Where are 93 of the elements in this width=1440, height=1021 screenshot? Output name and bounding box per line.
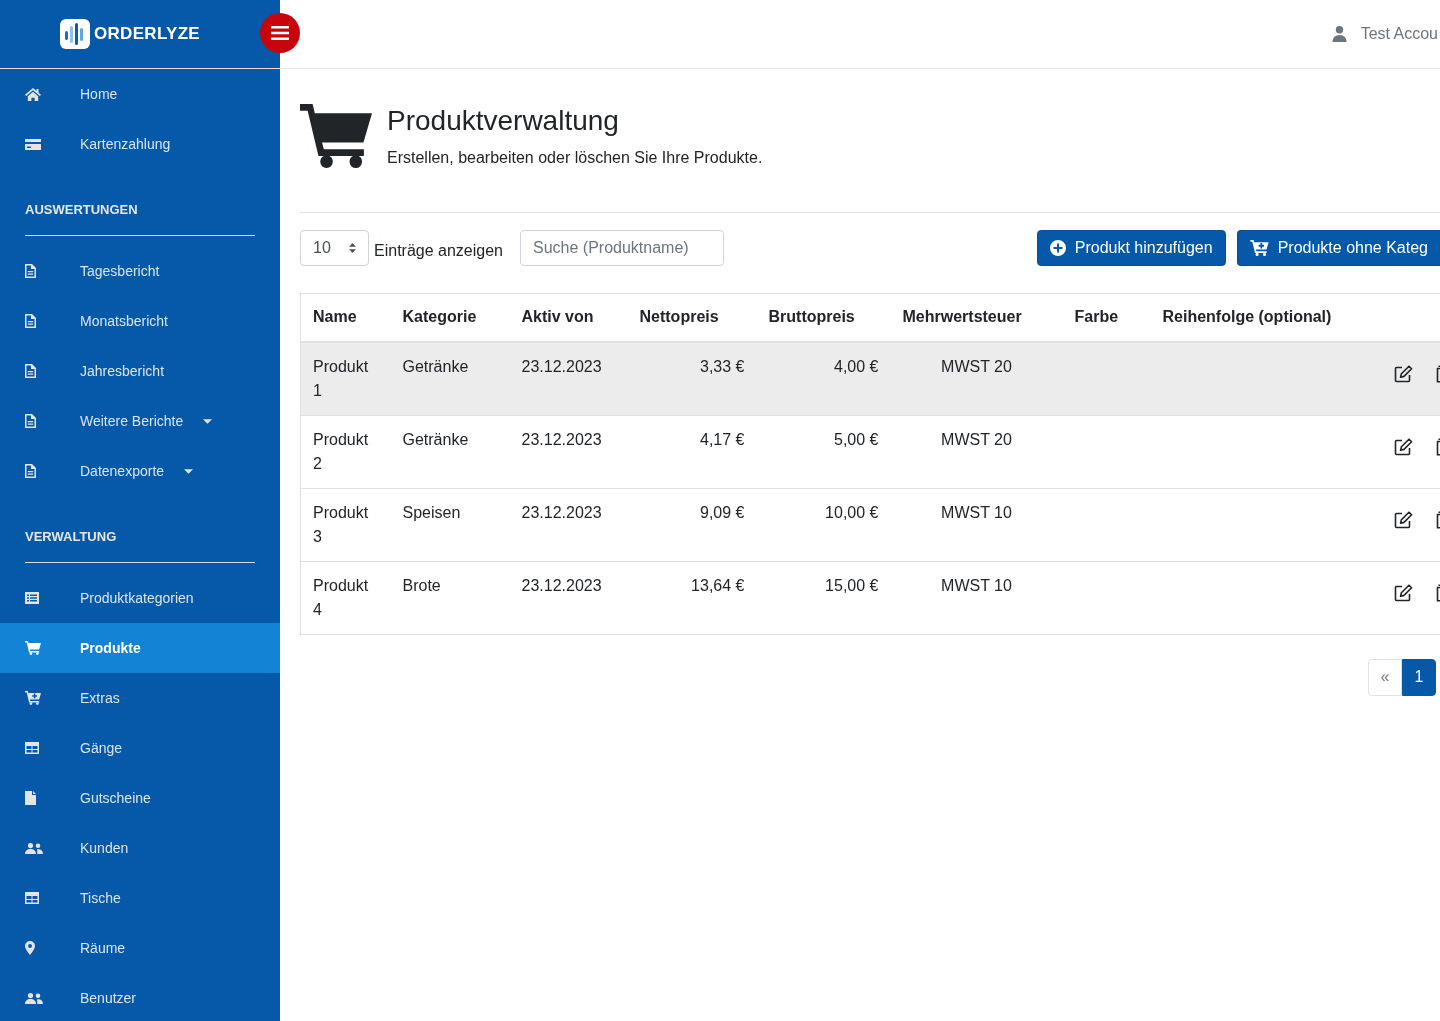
table-cell: 5,00 €	[834, 430, 879, 448]
sidebar-item[interactable]: Tische	[0, 873, 280, 923]
caret-icon	[184, 468, 194, 474]
table-cell: 23.12.2023	[521, 430, 602, 448]
grid-icon	[25, 892, 39, 904]
user-icon	[1331, 26, 1347, 42]
table-cell: 23.12.2023	[521, 503, 602, 521]
column-header: Kategorie	[402, 308, 477, 326]
logo-icon	[60, 19, 90, 49]
pagination-button[interactable]: 1	[1402, 658, 1436, 696]
list-icon	[25, 592, 39, 604]
caret-icon	[203, 418, 213, 424]
sidebar-item[interactable]: Gutscheine	[0, 773, 280, 823]
document-icon	[25, 464, 36, 478]
edit-icon[interactable]	[1393, 437, 1413, 456]
page-title: Produktverwaltung	[387, 104, 620, 138]
table-cell: Getränke	[402, 357, 469, 375]
home-icon	[25, 87, 41, 101]
table-cell: 9,09 €	[700, 503, 745, 521]
table-cell: Getränke	[402, 430, 469, 448]
sidebar-item[interactable]: Weitere Berichte	[0, 396, 280, 446]
column-header: Aktiv von	[521, 308, 594, 326]
edit-icon[interactable]	[1393, 583, 1413, 602]
table-cell: 23.12.2023	[521, 357, 602, 375]
document-icon	[25, 264, 36, 278]
column-header: Name	[313, 308, 357, 326]
table-cell: Produkt 2	[313, 430, 369, 472]
table-cell: Brote	[402, 576, 441, 594]
table-cell: Produkt 1	[313, 357, 369, 399]
add-product-button[interactable]: Produkt hinzufügen	[1036, 230, 1226, 266]
trash-icon[interactable]	[1435, 510, 1440, 529]
table-cell: 15,00 €	[825, 576, 879, 594]
edit-icon[interactable]	[1393, 364, 1413, 383]
table-cell: Produkt 4	[313, 576, 369, 618]
sidebar-item[interactable]: Produkte	[0, 623, 280, 673]
document-icon	[25, 414, 36, 428]
sidebar-item[interactable]: Datenexporte	[0, 446, 280, 496]
account-menu[interactable]: Test Accou	[1331, 25, 1440, 43]
table-cell: MWST 20	[941, 430, 1012, 448]
sidebar-section-title: AUSWERTUNGEN	[25, 202, 138, 217]
uncategorized-products-button[interactable]: Produkte ohne Kateg	[1236, 230, 1440, 266]
entries-label: Einträge anzeigen	[374, 242, 503, 260]
sidebar-item[interactable]: Jahresbericht	[0, 346, 280, 396]
table-cell: Speisen	[402, 503, 461, 521]
menu-icon	[271, 26, 289, 40]
sidebar-item[interactable]: Gänge	[0, 723, 280, 773]
cart-plus-icon	[1249, 240, 1269, 256]
trash-icon[interactable]	[1435, 583, 1440, 602]
table-cell: 3,33 €	[700, 357, 745, 375]
trash-icon[interactable]	[1435, 437, 1440, 456]
users-icon	[25, 842, 43, 854]
sidebar-item[interactable]: Tagesbericht	[0, 246, 280, 296]
column-header: Mehrwertsteuer	[902, 308, 1022, 326]
up-down-arrows-icon	[349, 243, 356, 253]
map-pin-icon	[25, 941, 35, 955]
sidebar-section-title: VERWALTUNG	[25, 529, 117, 544]
logo-text: ORDERLYZE	[94, 24, 200, 44]
sidebar-item[interactable]: Extras	[0, 673, 280, 723]
sidebar-item[interactable]: Home	[0, 69, 280, 119]
search-field[interactable]: Suche (Produktname)	[520, 230, 724, 266]
sidebar-item[interactable]: Produktkategorien	[0, 573, 280, 623]
sidebar-item[interactable]: Räume	[0, 923, 280, 973]
sidebar-item[interactable]: Monatsbericht	[0, 296, 280, 346]
cart-plus-icon	[25, 691, 41, 705]
page-subtitle: Erstellen, bearbeiten oder löschen Sie Ihre Produkte.	[387, 148, 763, 168]
column-header: Farbe	[1074, 308, 1119, 326]
table-cell: MWST 10	[941, 503, 1012, 521]
sidebar-item[interactable]: Benutzer	[0, 973, 280, 1021]
document-icon	[25, 314, 36, 328]
document-icon	[25, 364, 36, 378]
table-cell: MWST 20	[941, 357, 1012, 375]
edit-icon[interactable]	[1393, 510, 1413, 529]
table-cell: 13,64 €	[691, 576, 745, 594]
grid-icon	[25, 742, 39, 754]
users-icon	[25, 992, 43, 1004]
menu-button[interactable]	[260, 13, 300, 53]
table-cell: 10,00 €	[825, 503, 879, 521]
sidebar-item[interactable]: Kunden	[0, 823, 280, 873]
column-header: Nettopreis	[639, 308, 719, 326]
column-header: Bruttopreis	[768, 308, 855, 326]
column-header: Reihenfolge (optional)	[1162, 308, 1332, 326]
sidebar-item[interactable]: Kartenzahlung	[0, 119, 280, 169]
page-size-select[interactable]: 10	[300, 230, 369, 266]
table-cell: Produkt 3	[313, 503, 369, 545]
table-cell: 4,17 €	[700, 430, 745, 448]
table-cell: 23.12.2023	[521, 576, 602, 594]
cart-icon	[25, 641, 41, 655]
credit-card-icon	[25, 138, 41, 150]
table-cell: 4,00 €	[834, 357, 879, 375]
file-icon	[25, 791, 36, 805]
trash-icon[interactable]	[1435, 364, 1440, 383]
table-cell: MWST 10	[941, 576, 1012, 594]
cart-icon	[300, 104, 372, 168]
